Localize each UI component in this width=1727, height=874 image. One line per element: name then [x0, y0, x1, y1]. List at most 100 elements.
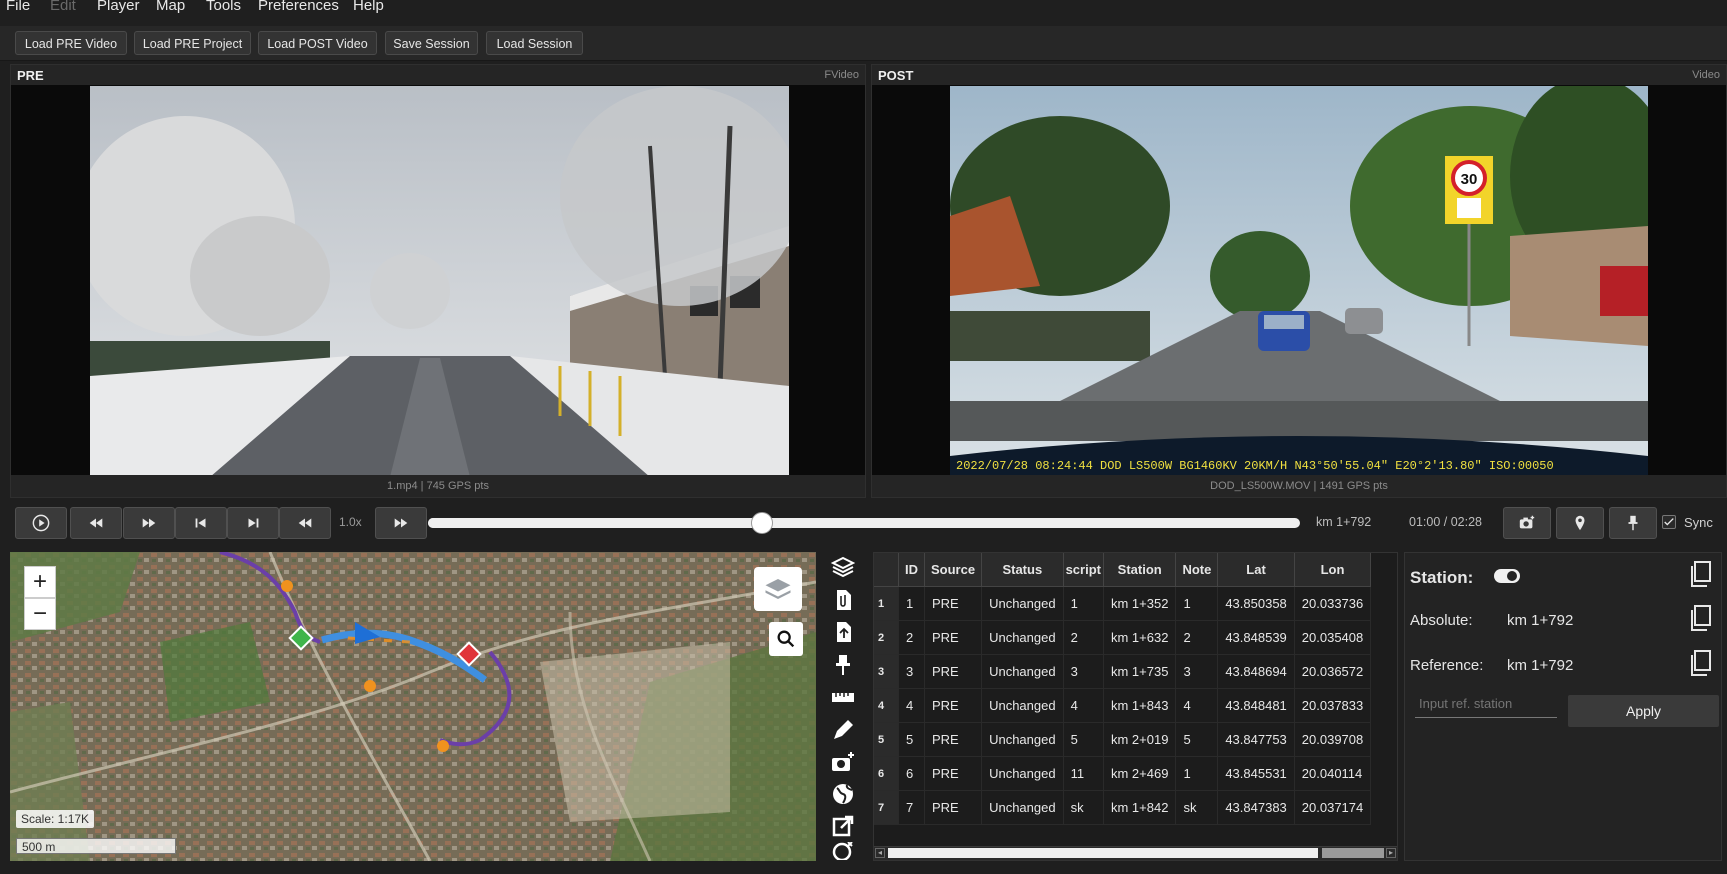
scroll-thumb[interactable] [1322, 848, 1384, 858]
cell-note[interactable]: 3 [1175, 654, 1219, 689]
cell-lon[interactable]: 20.035408 [1294, 620, 1372, 655]
zoom-out-button[interactable]: − [24, 598, 56, 630]
cell-id[interactable]: 4 [898, 688, 925, 723]
cell-lat[interactable]: 43.848481 [1217, 688, 1295, 723]
menu-file[interactable]: File [6, 0, 30, 14]
column-header[interactable]: script [1063, 553, 1104, 587]
cell-source[interactable]: PRE [924, 586, 983, 621]
menu-help[interactable]: Help [353, 0, 384, 14]
cell-lat[interactable]: 43.848539 [1217, 620, 1295, 655]
cell-status[interactable]: Unchanged [981, 586, 1064, 621]
cell-id[interactable]: 5 [898, 722, 925, 757]
location-button[interactable] [1556, 507, 1604, 539]
map-view[interactable]: + − Scale: 1:17K 500 m [10, 552, 816, 861]
menu-preferences[interactable]: Preferences [258, 0, 339, 14]
column-header[interactable]: Lon [1294, 553, 1372, 587]
cell-note[interactable]: 4 [1175, 688, 1219, 723]
slower-button[interactable] [279, 507, 331, 539]
column-header[interactable]: Lat [1217, 553, 1295, 587]
table-row[interactable]: 3 3 PRE Unchanged 3 km 1+735 3 43.848694… [874, 654, 1372, 689]
snapshot-button[interactable] [1503, 507, 1551, 539]
cell-lon[interactable]: 20.039708 [1294, 722, 1372, 757]
cell-id[interactable]: 7 [898, 790, 925, 825]
station-toggle[interactable] [1494, 569, 1520, 583]
measure-tool[interactable] [829, 683, 857, 711]
cell-status[interactable]: Unchanged [981, 654, 1064, 689]
table-row[interactable]: 2 2 PRE Unchanged 2 km 1+632 2 43.848539… [874, 620, 1372, 655]
cell-script[interactable]: 5 [1063, 722, 1104, 757]
cell-source[interactable]: PRE [924, 790, 983, 825]
cell-lon[interactable]: 20.040114 [1294, 756, 1372, 791]
cell-lat[interactable]: 43.850358 [1217, 586, 1295, 621]
ref-station-input[interactable] [1415, 689, 1557, 718]
cell-station[interactable]: km 2+019 [1103, 722, 1177, 757]
cell-source[interactable]: PRE [924, 756, 983, 791]
cell-lon[interactable]: 20.033736 [1294, 586, 1372, 621]
cell-note[interactable]: 1 [1175, 586, 1219, 621]
cell-script[interactable]: 1 [1063, 586, 1104, 621]
cell-script[interactable]: 4 [1063, 688, 1104, 723]
cell-source[interactable]: PRE [924, 654, 983, 689]
cell-id[interactable]: 6 [898, 756, 925, 791]
cell-lon[interactable]: 20.036572 [1294, 654, 1372, 689]
rewind-button[interactable] [70, 507, 122, 539]
cell-note[interactable]: 2 [1175, 620, 1219, 655]
cell-id[interactable]: 2 [898, 620, 925, 655]
table-row[interactable]: 5 5 PRE Unchanged 5 km 2+019 5 43.847753… [874, 722, 1372, 757]
cell-note[interactable]: 5 [1175, 722, 1219, 757]
pin-button[interactable] [1609, 507, 1657, 539]
cell-status[interactable]: Unchanged [981, 756, 1064, 791]
cell-id[interactable]: 3 [898, 654, 925, 689]
poi-marker[interactable] [364, 680, 376, 692]
menu-edit[interactable]: Edit [50, 0, 76, 14]
cell-lat[interactable]: 43.845531 [1217, 756, 1295, 791]
load-session-button[interactable]: Load Session [486, 31, 583, 55]
export-tool[interactable] [829, 812, 857, 840]
cell-script[interactable]: 3 [1063, 654, 1104, 689]
column-header[interactable]: Note [1175, 553, 1219, 587]
table-horizontal-scrollbar[interactable]: ◂ ▸ [874, 846, 1397, 860]
cell-script[interactable]: 11 [1063, 756, 1104, 791]
copy-reference-icon[interactable] [1689, 650, 1711, 676]
layers-tool[interactable] [829, 553, 857, 581]
cell-script[interactable]: 2 [1063, 620, 1104, 655]
cell-source[interactable]: PRE [924, 620, 983, 655]
cell-script[interactable]: sk [1063, 790, 1104, 825]
table-row[interactable]: 1 1 PRE Unchanged 1 km 1+352 1 43.850358… [874, 586, 1372, 621]
copy-station-icon[interactable] [1689, 561, 1711, 587]
scroll-left-arrow[interactable]: ◂ [875, 848, 885, 858]
copy-absolute-icon[interactable] [1689, 605, 1711, 631]
cell-lat[interactable]: 43.848694 [1217, 654, 1295, 689]
table-row[interactable]: 6 6 PRE Unchanged 11 km 2+469 1 43.84553… [874, 756, 1372, 791]
column-header[interactable]: Source [924, 553, 983, 587]
cell-status[interactable]: Unchanged [981, 688, 1064, 723]
layers-button[interactable] [754, 567, 802, 611]
timeline-handle[interactable] [751, 512, 773, 534]
skip-end-button[interactable] [227, 507, 279, 539]
apply-button[interactable]: Apply [1568, 695, 1719, 727]
draw-tool[interactable] [829, 716, 857, 744]
cell-note[interactable]: 1 [1175, 756, 1219, 791]
upload-tool[interactable] [829, 618, 857, 646]
cell-status[interactable]: Unchanged [981, 620, 1064, 655]
cell-note[interactable]: sk [1175, 790, 1219, 825]
cell-station[interactable]: km 1+735 [1103, 654, 1177, 689]
cell-lat[interactable]: 43.847383 [1217, 790, 1295, 825]
faster-button[interactable] [375, 507, 427, 539]
scroll-right-arrow[interactable]: ▸ [1386, 848, 1396, 858]
cell-station[interactable]: km 1+352 [1103, 586, 1177, 621]
cell-lon[interactable]: 20.037833 [1294, 688, 1372, 723]
load-pre-project-button[interactable]: Load PRE Project [134, 31, 251, 55]
poi-marker[interactable] [281, 580, 293, 592]
load-pre-video-button[interactable]: Load PRE Video [15, 31, 127, 55]
fast-forward-button[interactable] [123, 507, 175, 539]
menu-map[interactable]: Map [156, 0, 185, 14]
attach-tool[interactable] [829, 586, 857, 614]
sync-checkbox[interactable] [1662, 515, 1676, 529]
play-button[interactable] [15, 507, 67, 539]
timeline-slider[interactable] [428, 512, 1300, 534]
skip-start-button[interactable] [175, 507, 227, 539]
clear-tool[interactable] [829, 842, 857, 860]
globe-tool[interactable] [829, 780, 857, 808]
table-row[interactable]: 7 7 PRE Unchanged sk km 1+842 sk 43.8473… [874, 790, 1372, 825]
